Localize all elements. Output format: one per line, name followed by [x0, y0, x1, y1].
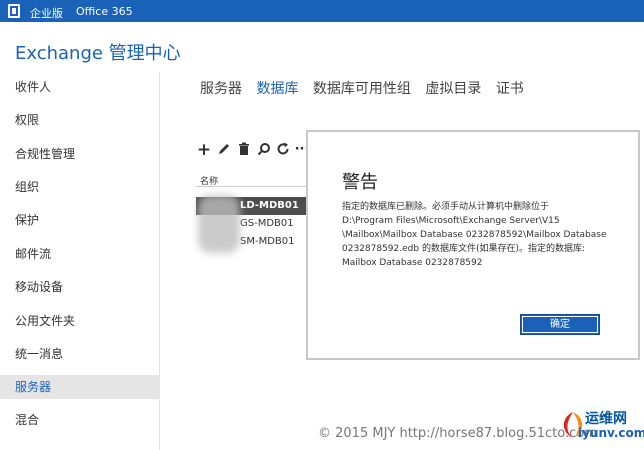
sidebar-item-servers[interactable]: 服务器	[0, 375, 160, 399]
dialog-message-line: \Mailbox\Mailbox Database 0232878592\Mai…	[342, 230, 607, 240]
ok-button[interactable]: 确定	[520, 314, 600, 335]
dialog-message-line: D:\Program Files\Microsoft\Exchange Serv…	[342, 216, 560, 226]
header-divider	[196, 186, 306, 187]
office-logo-icon[interactable]	[8, 4, 20, 18]
sidebar-item-organization[interactable]: 组织	[0, 175, 160, 199]
blur-mask	[198, 195, 240, 253]
dialog-message: 指定的数据库已删除。必须手动从计算机中删除位于 D:\Program Files…	[342, 200, 632, 270]
sidebar-item-unified-messaging[interactable]: 统一消息	[0, 342, 160, 366]
sidebar-item-mail-flow[interactable]: 邮件流	[0, 242, 160, 266]
search-icon[interactable]	[256, 142, 272, 158]
dialog-message-line: 0232878592.edb 的数据库文件(如果存在)。指定的数据库:	[342, 244, 586, 254]
sidebar-item-protection[interactable]: 保护	[0, 208, 160, 232]
tab-dag[interactable]: 数据库可用性组	[313, 81, 411, 97]
brand-domain: iyunv.com	[578, 426, 644, 440]
sidebar-item-public-folders[interactable]: 公用文件夹	[0, 309, 160, 333]
plus-icon[interactable]: +	[196, 142, 212, 159]
sidebar-item-permissions[interactable]: 权限	[0, 108, 160, 132]
tab-databases[interactable]: 数据库	[256, 81, 298, 97]
tab-bar: 服务器 数据库 数据库可用性组 虚拟目录 证书	[200, 78, 534, 98]
tab-servers[interactable]: 服务器	[200, 81, 242, 97]
sidebar-item-mobile[interactable]: 移动设备	[0, 275, 160, 299]
refresh-icon[interactable]	[275, 142, 291, 158]
watermark: © 2015 MJY http://horse87.blog.51cto.com	[318, 426, 597, 441]
sidebar-item-recipients[interactable]: 收件人	[0, 75, 160, 99]
dialog-title: 警告	[342, 172, 378, 193]
sidebar: 收件人 权限 合规性管理 组织 保护 邮件流 移动设备 公用文件夹 统一消息 服…	[0, 72, 160, 450]
page-title: Exchange 管理中心	[15, 43, 181, 64]
brand-badge: 运维网 iyunv.com	[558, 408, 644, 444]
dialog-message-line: 指定的数据库已删除。必须手动从计算机中删除位于	[342, 202, 550, 212]
dialog-message-line: Mailbox Database 0232878592	[342, 258, 483, 268]
product-label[interactable]: Office 365	[76, 5, 133, 18]
sidebar-item-compliance[interactable]: 合规性管理	[0, 142, 160, 166]
trash-icon[interactable]	[236, 142, 252, 158]
edition-label[interactable]: 企业版	[30, 5, 63, 21]
brand-name: 运维网	[585, 411, 627, 427]
sidebar-item-hybrid[interactable]: 混合	[0, 408, 160, 432]
tab-virtual-directories[interactable]: 虚拟目录	[425, 81, 481, 97]
pencil-icon[interactable]	[216, 142, 232, 158]
top-bar: 企业版 Office 365	[0, 0, 644, 22]
warning-dialog: 警告 指定的数据库已删除。必须手动从计算机中删除位于 D:\Program Fi…	[306, 130, 640, 360]
tab-certificates[interactable]: 证书	[496, 81, 524, 97]
